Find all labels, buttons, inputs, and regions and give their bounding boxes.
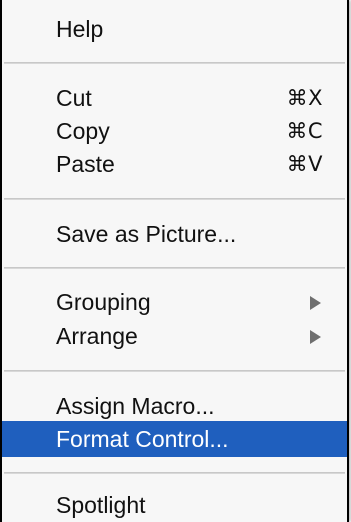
- menu-item-label: Copy: [56, 118, 110, 144]
- menu-item-spotlight[interactable]: Spotlight: [2, 487, 347, 522]
- keyboard-shortcut: ⌘X: [286, 86, 323, 110]
- menu-item-label: Save as Picture...: [56, 221, 237, 247]
- keyboard-shortcut: ⌘V: [286, 152, 323, 176]
- menu-item-save-as-picture[interactable]: Save as Picture...: [2, 216, 347, 252]
- menu-item-paste[interactable]: Paste ⌘V: [2, 146, 347, 182]
- menu-item-label: Grouping: [56, 289, 151, 315]
- submenu-arrow-icon: [310, 296, 321, 310]
- menu-item-arrange[interactable]: Arrange: [2, 318, 347, 354]
- menu-item-label: Arrange: [56, 323, 138, 349]
- menu-separator: [4, 62, 345, 64]
- menu-item-cut[interactable]: Cut ⌘X: [2, 80, 347, 116]
- menu-item-label: Spotlight: [56, 492, 146, 518]
- menu-separator: [4, 267, 345, 269]
- submenu-arrow-icon: [310, 330, 321, 344]
- menu-separator: [4, 370, 345, 372]
- menu-item-label: Format Control...: [56, 426, 229, 452]
- context-menu: Help Cut ⌘X Copy ⌘C Paste ⌘V Save as Pic…: [0, 0, 349, 522]
- menu-item-label: Assign Macro...: [56, 393, 215, 419]
- menu-separator: [4, 198, 345, 200]
- keyboard-shortcut: ⌘C: [286, 119, 323, 143]
- menu-item-label: Help: [56, 16, 104, 42]
- menu-item-label: Cut: [56, 85, 92, 111]
- menu-item-help[interactable]: Help: [2, 11, 347, 47]
- menu-item-label: Paste: [56, 151, 115, 177]
- menu-item-copy[interactable]: Copy ⌘C: [2, 113, 347, 149]
- menu-item-assign-macro[interactable]: Assign Macro...: [2, 388, 347, 424]
- menu-separator: [4, 472, 345, 474]
- menu-item-grouping[interactable]: Grouping: [2, 284, 347, 320]
- menu-item-format-control[interactable]: Format Control...: [2, 421, 347, 457]
